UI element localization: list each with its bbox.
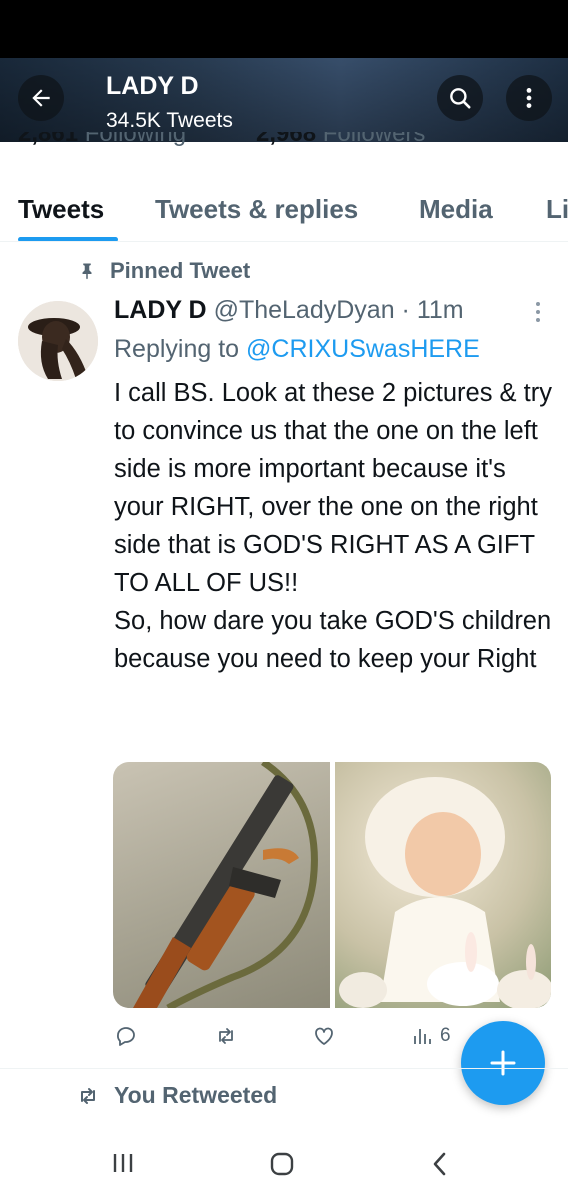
more-vertical-icon [536, 302, 540, 322]
media-image-right[interactable] [334, 762, 551, 1008]
retweet-icon [81, 1087, 95, 1104]
recent-apps-button[interactable] [110, 1150, 136, 1181]
like-button[interactable] [312, 1024, 336, 1048]
tweet-count: 34.5K Tweets [106, 109, 233, 132]
views-count: 6 [440, 1025, 451, 1046]
tab-likes[interactable]: Likes [546, 194, 568, 225]
follow-stats: 2,861 Following 2,968 Followers [18, 132, 478, 146]
pinned-label: Pinned Tweet [110, 258, 251, 283]
tweet-paragraph: I call BS. Look at these 2 pictures & tr… [114, 379, 552, 597]
baby-photo [338, 777, 551, 1008]
pinned-indicator: Pinned Tweet [78, 258, 250, 284]
home-icon [270, 1152, 294, 1176]
reply-icon [117, 1027, 135, 1046]
more-options-button[interactable] [506, 75, 552, 121]
profile-tabs: Tweets Tweets & replies Media Likes [0, 180, 568, 242]
more-vertical-icon [526, 88, 532, 108]
tweet-text: I call BS. Look at these 2 pictures & tr… [114, 374, 554, 678]
tweet-author-name[interactable]: LADY D [114, 296, 207, 324]
tweet-media [113, 762, 551, 1008]
back-nav-button[interactable] [428, 1150, 452, 1183]
status-bar [0, 0, 568, 58]
replying-to: Replying to @CRIXUSwasHERE [114, 335, 480, 364]
home-button[interactable] [268, 1150, 296, 1183]
pin-icon [82, 263, 92, 280]
tab-tweets-and-replies[interactable]: Tweets & replies [155, 194, 358, 225]
views-button[interactable]: 6 [410, 1024, 451, 1048]
back-button[interactable] [18, 75, 64, 121]
tweet-paragraph: So, how dare you take GOD'S children bec… [114, 607, 552, 673]
avatar[interactable] [18, 301, 98, 381]
tweet-more-button[interactable] [528, 300, 548, 329]
profile-header: LADY D 34.5K Tweets [0, 58, 568, 142]
recent-apps-icon [113, 1154, 133, 1172]
retweet-indicator: You Retweeted [76, 1082, 277, 1109]
tab-tweets[interactable]: Tweets [18, 194, 104, 225]
reply-button[interactable] [114, 1024, 138, 1048]
divider [0, 1068, 568, 1069]
system-navigation-bar [0, 1128, 568, 1200]
profile-name: LADY D [106, 72, 199, 100]
followers-stat[interactable]: 2,968 Followers [256, 132, 425, 146]
retweet-icon [219, 1028, 233, 1044]
avatar-image [18, 301, 98, 381]
replying-mention-link[interactable]: @CRIXUSwasHERE [246, 335, 480, 363]
media-image-left[interactable] [113, 762, 330, 1008]
retweet-button[interactable] [214, 1024, 238, 1048]
active-tab-indicator [18, 237, 118, 241]
retweet-label: You Retweeted [114, 1082, 278, 1108]
tweet-header: LADY D @TheLadyDyan · 11m [114, 296, 464, 325]
search-icon [450, 88, 471, 109]
search-button[interactable] [437, 75, 483, 121]
analytics-icon [414, 1029, 431, 1044]
rifle-photo [133, 762, 318, 1008]
arrow-left-icon [32, 89, 50, 107]
tweet-timestamp[interactable]: 11m [417, 296, 464, 324]
tweet-author-handle[interactable]: @TheLadyDyan [214, 296, 395, 324]
heart-icon [315, 1027, 333, 1045]
chevron-left-icon [433, 1152, 446, 1176]
tweet-meta-separator: · [401, 296, 410, 324]
replying-prefix: Replying to [114, 335, 240, 363]
plus-icon [490, 1050, 516, 1076]
tab-media[interactable]: Media [419, 194, 493, 225]
following-stat[interactable]: 2,861 Following [18, 132, 186, 146]
compose-tweet-button[interactable] [461, 1021, 545, 1105]
